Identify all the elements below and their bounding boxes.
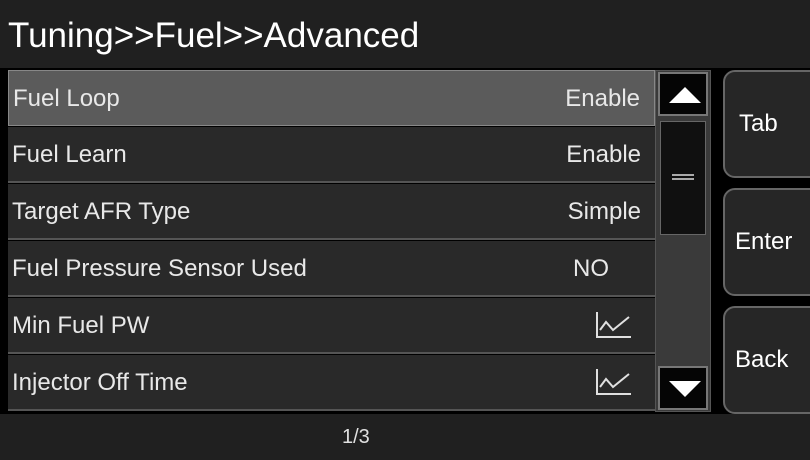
list-item-fuel-loop[interactable]: Fuel Loop Enable — [8, 70, 655, 126]
tab-button-label: Tab — [739, 110, 778, 137]
list-item-label: Injector Off Time — [12, 369, 188, 396]
enter-button[interactable]: Enter — [723, 188, 810, 296]
graph-icon — [595, 310, 633, 340]
list-item-value: Enable — [566, 141, 641, 168]
list-item-injector-off-time[interactable]: Injector Off Time — [8, 355, 655, 411]
page-title: Tuning>>Fuel>>Advanced — [8, 16, 420, 55]
list-item-label: Fuel Pressure Sensor Used — [12, 255, 307, 282]
grip-icon — [672, 174, 694, 180]
list-item-value: NO — [573, 255, 609, 282]
scroll-thumb[interactable] — [660, 121, 706, 235]
list-item-fuel-learn[interactable]: Fuel Learn Enable — [8, 127, 655, 183]
scroll-down-button[interactable] — [658, 366, 708, 410]
list-item-label: Target AFR Type — [12, 198, 191, 225]
title-bar: Tuning>>Fuel>>Advanced — [0, 0, 810, 68]
graph-icon — [595, 367, 633, 397]
parameter-list: Fuel Loop Enable Fuel Learn Enable Targe… — [8, 70, 655, 411]
status-bar: 1/3 — [0, 414, 810, 460]
tab-button[interactable]: Tab — [723, 70, 810, 178]
list-item-target-afr-type[interactable]: Target AFR Type Simple — [8, 184, 655, 240]
list-item-label: Min Fuel PW — [12, 312, 150, 339]
list-item-min-fuel-pw[interactable]: Min Fuel PW — [8, 298, 655, 354]
list-item-value: Enable — [565, 85, 640, 112]
list-item-fuel-pressure-sensor-used[interactable]: Fuel Pressure Sensor Used NO — [8, 241, 655, 297]
scroll-up-button[interactable] — [658, 72, 708, 116]
list-item-value: Simple — [567, 198, 641, 225]
enter-button-label: Enter — [735, 228, 793, 255]
scrollbar[interactable] — [655, 70, 711, 412]
back-button-label: Back — [735, 346, 789, 373]
list-item-label: Fuel Learn — [12, 141, 127, 168]
triangle-down-icon — [669, 381, 701, 397]
triangle-up-icon — [669, 87, 701, 103]
back-button[interactable]: Back — [723, 306, 810, 414]
list-item-label: Fuel Loop — [13, 85, 120, 112]
page-indicator: 1/3 — [342, 426, 370, 448]
